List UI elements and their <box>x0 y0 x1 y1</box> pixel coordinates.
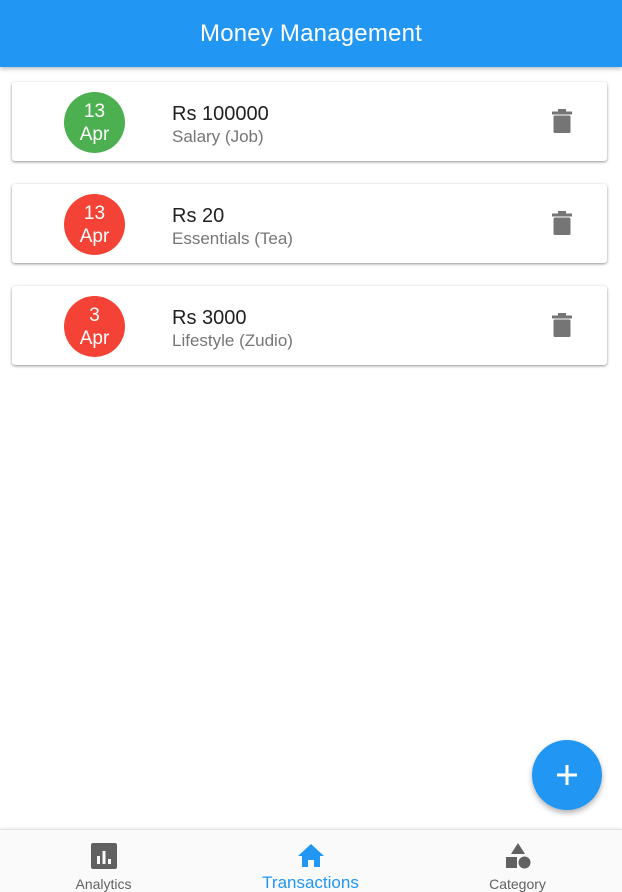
transaction-amount: Rs 100000 <box>172 103 269 125</box>
delete-button[interactable] <box>548 106 576 136</box>
date-day: 3 <box>89 304 100 326</box>
delete-button[interactable] <box>548 310 576 340</box>
trash-icon <box>552 109 572 133</box>
date-badge: 3 Apr <box>64 296 125 357</box>
nav-item-transactions[interactable]: Transactions <box>207 830 414 892</box>
transaction-category: Lifestyle (Zudio) <box>172 331 293 350</box>
date-badge: 13 Apr <box>64 194 125 255</box>
transaction-card[interactable]: 3 Apr Rs 3000 Lifestyle (Zudio) <box>12 286 607 365</box>
date-day: 13 <box>83 202 106 224</box>
transaction-category: Essentials (Tea) <box>172 229 293 248</box>
date-badge: 13 Apr <box>64 92 125 153</box>
transaction-card[interactable]: 13 Apr Rs 100000 Salary (Job) <box>12 82 607 161</box>
nav-item-category[interactable]: Category <box>414 830 621 892</box>
transaction-amount: Rs 3000 <box>172 307 247 329</box>
home-icon <box>297 844 324 867</box>
delete-button[interactable] <box>548 208 576 238</box>
bottom-navigation: Analytics Transactions Category <box>0 829 622 892</box>
date-month: Apr <box>79 123 110 145</box>
bar-chart-icon <box>90 843 117 869</box>
nav-label-category: Category <box>489 876 546 892</box>
trash-icon <box>552 211 572 235</box>
transaction-category: Salary (Job) <box>172 127 264 146</box>
transaction-amount: Rs 20 <box>172 205 225 227</box>
shapes-icon <box>505 843 530 869</box>
transaction-list: 13 Apr Rs 100000 Salary (Job) 13 Apr Rs … <box>12 82 607 388</box>
app-bar: Money Management <box>0 0 622 67</box>
app-screen: Money Management 13 Apr Rs 100000 Salary… <box>0 0 622 892</box>
date-month: Apr <box>79 327 110 349</box>
trash-icon <box>552 313 572 337</box>
nav-item-analytics[interactable]: Analytics <box>0 830 207 892</box>
plus-icon <box>557 765 577 785</box>
date-month: Apr <box>79 225 110 247</box>
transaction-card[interactable]: 13 Apr Rs 20 Essentials (Tea) <box>12 184 607 263</box>
date-day: 13 <box>83 100 106 122</box>
nav-label-transactions: Transactions <box>262 873 359 892</box>
app-title: Money Management <box>200 19 422 47</box>
nav-label-analytics: Analytics <box>75 876 132 892</box>
add-transaction-button[interactable] <box>532 740 602 810</box>
